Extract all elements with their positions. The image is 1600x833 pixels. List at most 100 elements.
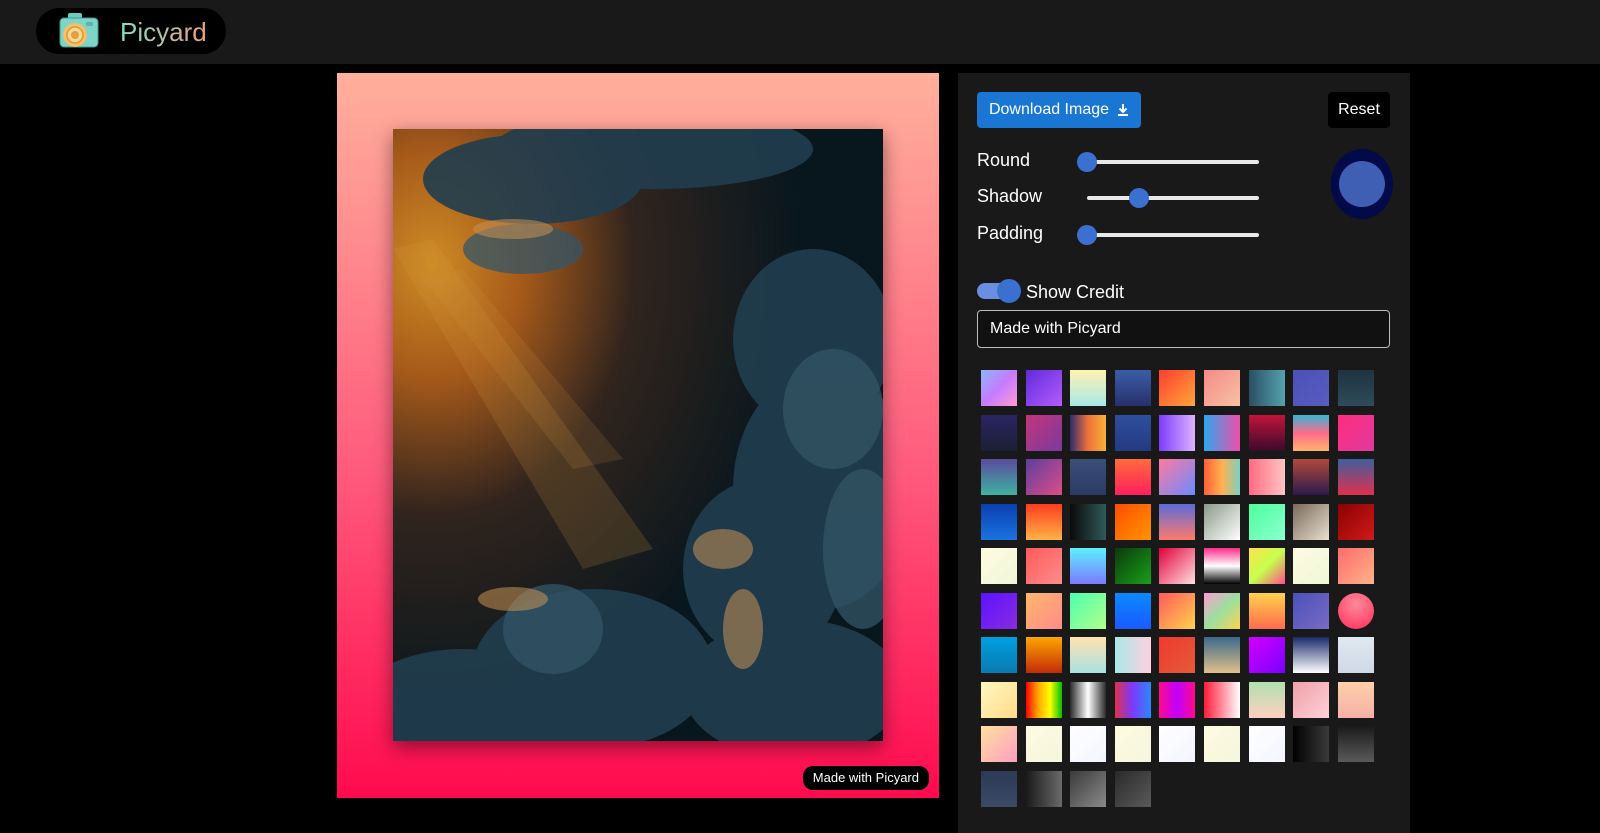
- gradient-swatch[interactable]: [1204, 504, 1240, 540]
- download-button[interactable]: Download Image: [977, 92, 1141, 128]
- gradient-swatch[interactable]: [1249, 504, 1285, 540]
- gradient-swatch[interactable]: [1070, 637, 1106, 673]
- gradient-swatch[interactable]: [1204, 415, 1240, 451]
- gradient-swatch[interactable]: [1026, 548, 1062, 584]
- gradient-swatch[interactable]: [981, 459, 1017, 495]
- gradient-swatch[interactable]: [1070, 370, 1106, 406]
- gradient-swatch[interactable]: [1204, 370, 1240, 406]
- padding-slider-thumb[interactable]: [1077, 225, 1097, 245]
- gradient-swatch[interactable]: [1026, 637, 1062, 673]
- gradient-swatch[interactable]: [1026, 370, 1062, 406]
- gradient-swatch[interactable]: [1249, 682, 1285, 718]
- gradient-swatch[interactable]: [1070, 548, 1106, 584]
- gradient-swatch[interactable]: [1159, 593, 1195, 629]
- shadow-slider[interactable]: [1087, 188, 1259, 208]
- gradient-swatch[interactable]: [981, 771, 1017, 807]
- gradient-swatch[interactable]: [1204, 548, 1240, 584]
- gradient-swatch[interactable]: [1249, 370, 1285, 406]
- gradient-swatch[interactable]: [1338, 637, 1374, 673]
- gradient-swatch[interactable]: [1293, 726, 1329, 762]
- gradient-swatch[interactable]: [1293, 459, 1329, 495]
- gradient-swatch[interactable]: [1026, 459, 1062, 495]
- gradient-swatch[interactable]: [1204, 726, 1240, 762]
- gradient-swatch[interactable]: [1338, 593, 1374, 629]
- gradient-swatch[interactable]: [1249, 459, 1285, 495]
- gradient-swatch[interactable]: [1115, 415, 1151, 451]
- gradient-swatch[interactable]: [981, 548, 1017, 584]
- gradient-swatch[interactable]: [1249, 593, 1285, 629]
- show-credit-toggle[interactable]: [977, 279, 1021, 303]
- gradient-swatch[interactable]: [1159, 548, 1195, 584]
- round-label: Round: [977, 150, 1031, 170]
- reset-button[interactable]: Reset: [1328, 92, 1390, 128]
- gradient-swatch[interactable]: [1293, 593, 1329, 629]
- gradient-swatch[interactable]: [1338, 682, 1374, 718]
- gradient-swatch[interactable]: [1338, 415, 1374, 451]
- gradient-swatch[interactable]: [1159, 682, 1195, 718]
- gradient-swatch[interactable]: [1070, 726, 1106, 762]
- brand[interactable]: Picyard: [36, 8, 226, 54]
- gradient-swatch[interactable]: [981, 370, 1017, 406]
- gradient-swatch[interactable]: [1115, 459, 1151, 495]
- gradient-swatch[interactable]: [1026, 726, 1062, 762]
- gradient-swatch[interactable]: [981, 504, 1017, 540]
- gradient-swatch[interactable]: [1204, 459, 1240, 495]
- gradient-swatch[interactable]: [1115, 726, 1151, 762]
- gradient-swatch[interactable]: [1159, 370, 1195, 406]
- gradient-swatch[interactable]: [1026, 504, 1062, 540]
- gradient-swatch[interactable]: [1070, 593, 1106, 629]
- gradient-swatch[interactable]: [1026, 593, 1062, 629]
- download-label: Download Image: [988, 101, 1110, 118]
- toggle-knob: [997, 279, 1021, 303]
- gradient-swatch[interactable]: [981, 637, 1017, 673]
- gradient-swatch[interactable]: [1159, 637, 1195, 673]
- gradient-swatch[interactable]: [1070, 682, 1106, 718]
- gradient-swatch[interactable]: [1293, 504, 1329, 540]
- gradient-swatch[interactable]: [1249, 415, 1285, 451]
- gradient-swatch[interactable]: [1338, 370, 1374, 406]
- gradient-swatch[interactable]: [1293, 548, 1329, 584]
- padding-slider[interactable]: [1077, 225, 1259, 245]
- gradient-swatch[interactable]: [1026, 771, 1062, 807]
- gradient-swatch[interactable]: [1293, 637, 1329, 673]
- gradient-swatch[interactable]: [1204, 682, 1240, 718]
- gradient-swatch[interactable]: [1204, 637, 1240, 673]
- gradient-swatch[interactable]: [1115, 637, 1151, 673]
- gradient-swatch[interactable]: [1115, 771, 1151, 807]
- color-picker-button[interactable]: [1331, 149, 1393, 219]
- gradient-swatch[interactable]: [1249, 637, 1285, 673]
- credit-text-input[interactable]: [977, 310, 1390, 348]
- gradient-swatch[interactable]: [981, 593, 1017, 629]
- gradient-swatch[interactable]: [1115, 504, 1151, 540]
- gradient-swatch[interactable]: [1159, 459, 1195, 495]
- gradient-swatch[interactable]: [1249, 548, 1285, 584]
- gradient-swatch[interactable]: [1338, 504, 1374, 540]
- gradient-swatch[interactable]: [1204, 593, 1240, 629]
- gradient-swatch[interactable]: [1338, 548, 1374, 584]
- gradient-swatch[interactable]: [1070, 459, 1106, 495]
- gradient-swatch[interactable]: [1115, 593, 1151, 629]
- round-slider-thumb[interactable]: [1077, 152, 1097, 172]
- gradient-swatch[interactable]: [1338, 726, 1374, 762]
- gradient-swatch[interactable]: [1293, 682, 1329, 718]
- gradient-swatch[interactable]: [1070, 771, 1106, 807]
- gradient-swatch[interactable]: [1293, 370, 1329, 406]
- gradient-swatch[interactable]: [981, 415, 1017, 451]
- shadow-slider-thumb[interactable]: [1128, 188, 1149, 208]
- gradient-swatch[interactable]: [981, 726, 1017, 762]
- gradient-swatch[interactable]: [1159, 415, 1195, 451]
- gradient-swatch[interactable]: [1115, 370, 1151, 406]
- gradient-swatch[interactable]: [1293, 415, 1329, 451]
- gradient-swatch[interactable]: [981, 682, 1017, 718]
- gradient-swatch[interactable]: [1249, 726, 1285, 762]
- round-slider[interactable]: [1077, 152, 1259, 172]
- gradient-swatch[interactable]: [1115, 682, 1151, 718]
- gradient-swatch[interactable]: [1338, 459, 1374, 495]
- gradient-swatch[interactable]: [1070, 415, 1106, 451]
- gradient-swatch[interactable]: [1070, 504, 1106, 540]
- gradient-swatch[interactable]: [1115, 548, 1151, 584]
- gradient-swatch[interactable]: [1026, 415, 1062, 451]
- gradient-swatch[interactable]: [1159, 726, 1195, 762]
- gradient-swatch[interactable]: [1159, 504, 1195, 540]
- gradient-swatch[interactable]: [1026, 682, 1062, 718]
